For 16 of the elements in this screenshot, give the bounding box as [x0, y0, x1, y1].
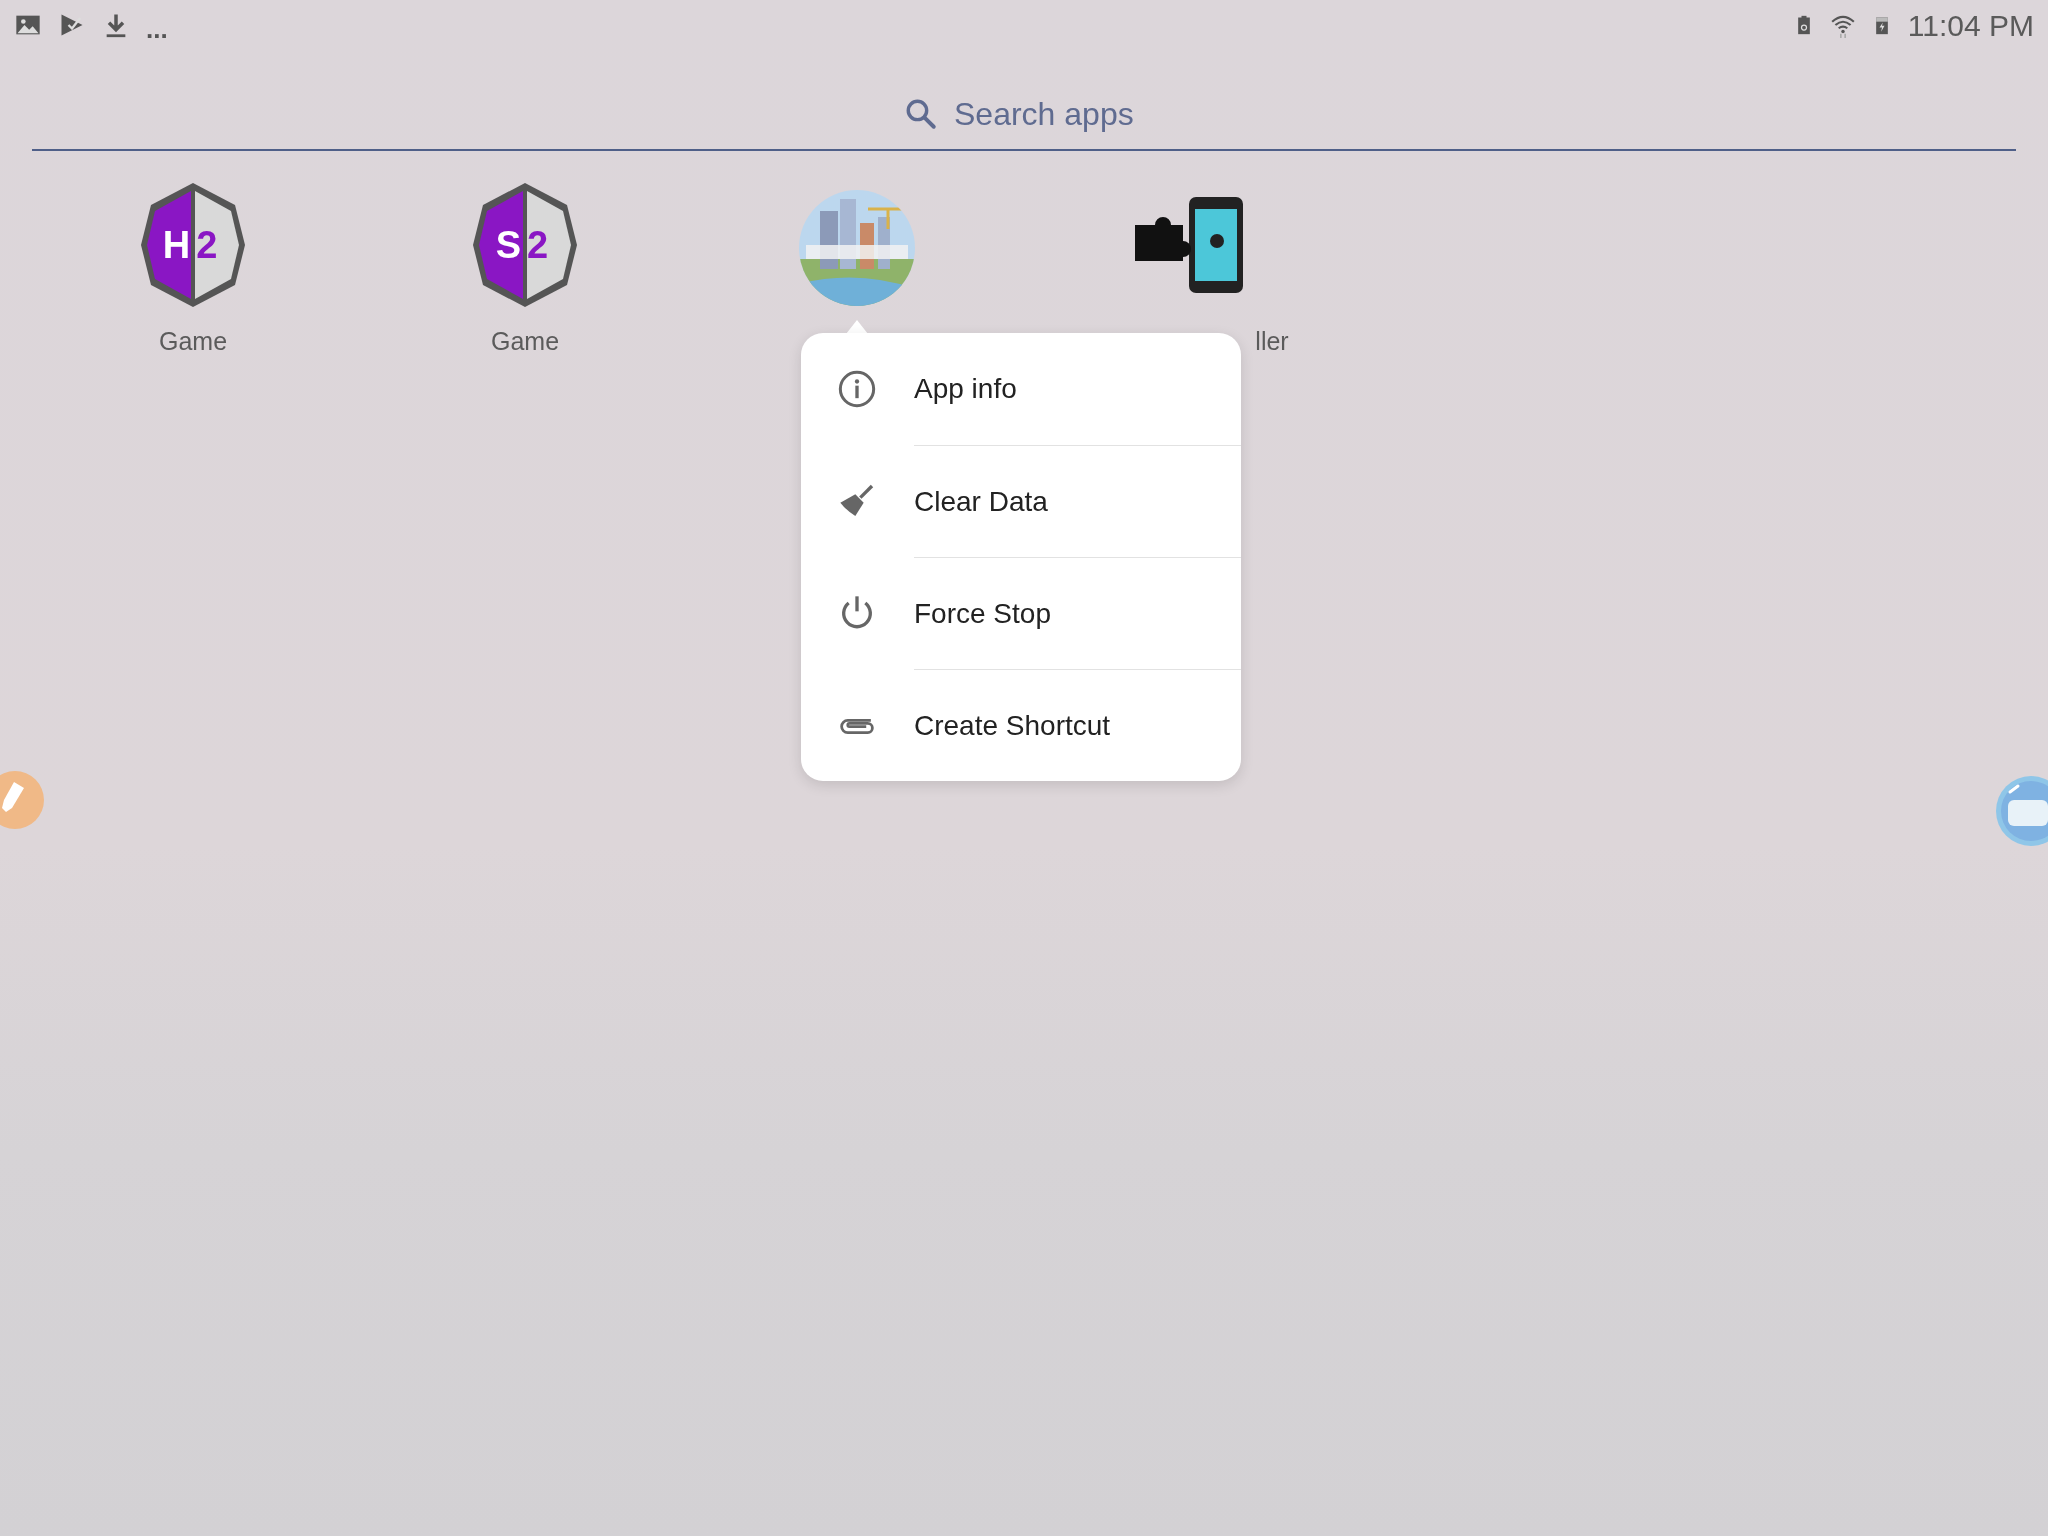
menu-item[interactable]: Create Shortcut	[801, 669, 1241, 781]
app-label: Game	[490, 326, 560, 357]
app-label: Game	[158, 326, 228, 357]
search-field[interactable]: Search apps	[954, 89, 1144, 138]
shield-app-icon[interactable]: H2	[139, 181, 247, 309]
clock-time: 11:04 PM	[1907, 7, 2034, 44]
info-icon	[837, 369, 877, 409]
menu-item[interactable]: Force Stop	[801, 557, 1241, 669]
floating-camera-icon[interactable]	[1994, 776, 2048, 846]
menu-item[interactable]: Clear Data	[801, 445, 1241, 557]
puzzle-phone-icon[interactable]	[1133, 195, 1245, 295]
menu-item[interactable]: App info	[801, 333, 1241, 445]
overflow-indicator: ...	[146, 16, 168, 42]
floating-brush-icon[interactable]	[0, 768, 44, 832]
app-label: ller	[1255, 326, 1289, 357]
shield-app-icon[interactable]: S2	[471, 181, 579, 309]
